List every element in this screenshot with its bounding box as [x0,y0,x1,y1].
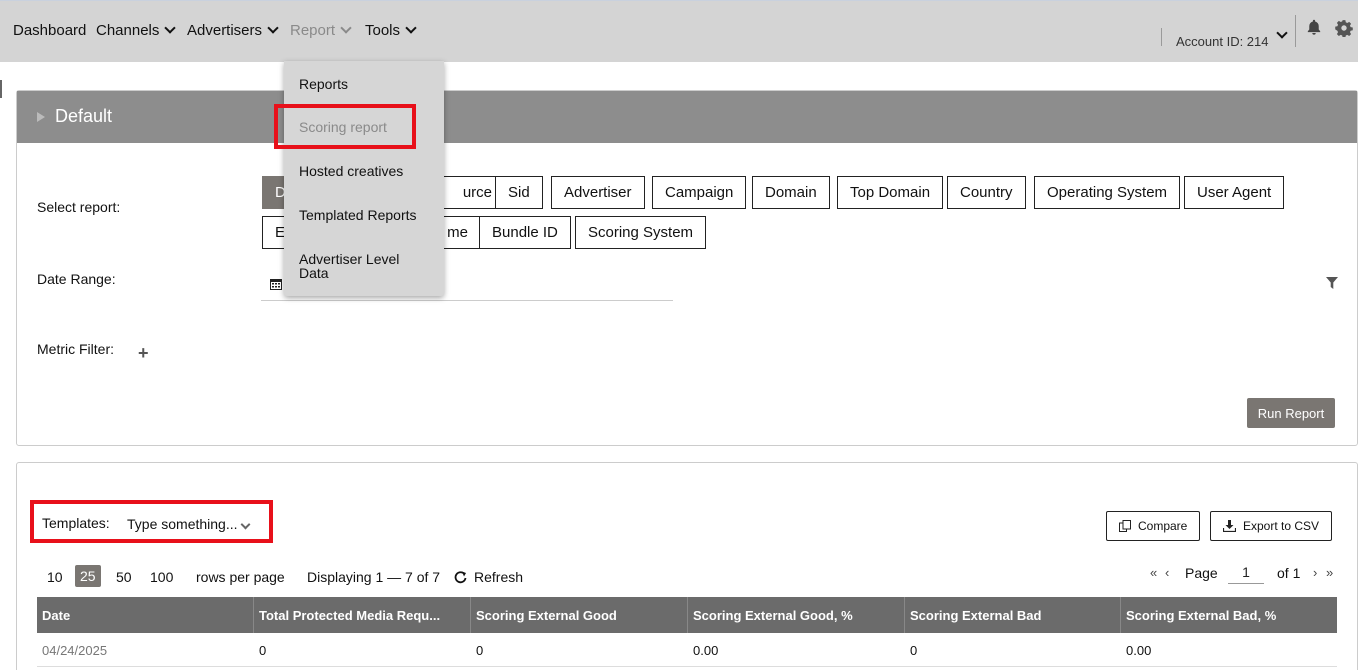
refresh-button[interactable]: Refresh [454,569,523,585]
table-cell: 0 [476,642,484,658]
metric-filter-label: Metric Filter: [37,341,114,357]
divider [1161,28,1162,46]
panel-header[interactable]: Default [17,91,1357,143]
displaying-count: Displaying 1 — 7 of 7 [307,569,441,585]
page-size-25[interactable]: 25 [75,565,101,587]
compare-label: Compare [1138,519,1188,533]
chevron-down-icon [340,22,352,34]
report-btn-bundle-id[interactable]: Bundle ID [479,216,571,249]
top-nav: Dashboard Channels Advertisers Report To… [0,0,1358,62]
menu-item-templated-reports[interactable]: Templated Reports [299,208,429,222]
divider [1295,15,1296,47]
chevron-down-icon [267,22,279,34]
templates-select[interactable]: Type something... [127,516,238,532]
refresh-label: Refresh [474,569,524,585]
nav-report[interactable]: Report [290,22,352,39]
nav-report-label: Report [290,22,336,39]
next-page-button[interactable]: › [1313,565,1317,580]
download-icon [1223,520,1236,532]
date-range-input[interactable] [261,300,673,301]
nav-channels-label: Channels [96,22,160,39]
page-size-10[interactable]: 10 [47,569,63,585]
column-header[interactable]: Scoring External Bad [905,597,1121,633]
templates-label: Templates: [42,515,110,531]
highlight-box [274,104,416,149]
filter-icon[interactable] [1326,277,1338,289]
table-cell: 04/24/2025 [42,642,108,658]
table-cell: 0.00 [693,642,719,658]
column-header[interactable]: Scoring External Good, % [688,597,905,633]
expand-triangle-icon [37,112,45,122]
rows-per-page-label: rows per page [196,569,285,585]
chevron-down-icon[interactable] [238,515,251,531]
scroll-marker [0,80,2,98]
export-csv-button[interactable]: Export to CSV [1210,511,1333,541]
report-btn-operating-system[interactable]: Operating System [1034,176,1181,209]
date-range-label: Date Range: [37,271,116,287]
column-header[interactable]: Scoring External Good [471,597,688,633]
report-btn-name-label: me [447,224,468,241]
table-cell: 0.00 [1126,642,1152,658]
bell-icon[interactable] [1305,18,1323,36]
last-page-button[interactable]: » [1326,565,1333,580]
table-cell: 0 [259,642,267,658]
run-report-button[interactable]: Run Report [1247,398,1335,428]
report-btn-country[interactable]: Country [947,176,1026,209]
report-btn-user-agent[interactable]: User Agent [1184,176,1285,209]
chevron-down-icon [164,22,177,34]
copy-icon [1119,520,1131,532]
menu-item-hosted-creatives[interactable]: Hosted creatives [299,164,429,178]
report-btn-scoring-system[interactable]: Scoring System [575,216,707,249]
prev-page-button[interactable]: ‹ [1165,565,1169,580]
page-size-100[interactable]: 100 [150,569,173,585]
column-header[interactable]: Total Protected Media Requ... [254,597,471,633]
panel-title: Default [55,106,113,126]
report-btn-source-label: urce [462,184,492,201]
report-btn-top-domain[interactable]: Top Domain [837,176,944,209]
chevron-down-icon [405,22,417,34]
account-chevron-down-icon[interactable] [1274,24,1288,40]
report-btn-campaign[interactable]: Campaign [652,176,747,209]
export-csv-label: Export to CSV [1243,519,1320,533]
filter-panel: Default Select report: D urce Sid Advert… [16,90,1358,446]
nav-channels[interactable]: Channels [96,22,177,39]
page-label: Page [1185,565,1218,581]
table-header: Date Total Protected Media Requ... Scori… [37,597,1337,633]
page-total: of 1 [1277,565,1301,581]
first-page-button[interactable]: « [1150,565,1157,580]
compare-button[interactable]: Compare [1106,511,1201,541]
nav-dashboard[interactable]: Dashboard [13,22,86,39]
table-cell: 0 [910,642,918,658]
plus-icon[interactable]: + [138,343,149,364]
select-report-label: Select report: [37,199,121,215]
nav-advertisers[interactable]: Advertisers [187,22,279,39]
account-id[interactable]: Account ID: 214 [1176,34,1269,49]
nav-dashboard-label: Dashboard [13,22,87,39]
nav-advertisers-label: Advertisers [187,22,263,39]
gear-icon[interactable] [1335,19,1353,37]
report-btn-domain[interactable]: Domain [752,176,830,209]
column-header[interactable]: Scoring External Bad, % [1121,597,1337,633]
menu-item-advertiser-level-data[interactable]: Advertiser Level Data [299,252,429,280]
refresh-icon [454,570,467,583]
nav-tools-label: Tools [365,22,401,39]
report-btn-advertiser[interactable]: Advertiser [551,176,645,209]
page-number-input[interactable]: 1 [1228,562,1264,584]
page-size-50[interactable]: 50 [116,569,132,585]
table-row: 04/24/2025 0 0 0.00 0 0.00 [37,633,1337,667]
column-header[interactable]: Date [37,597,254,633]
calendar-icon[interactable] [270,278,282,290]
report-btn-sid[interactable]: Sid [495,176,543,209]
menu-item-reports[interactable]: Reports [299,77,429,91]
report-dropdown-menu: Reports Scoring report Hosted creatives … [284,61,444,296]
nav-tools[interactable]: Tools [365,22,417,39]
